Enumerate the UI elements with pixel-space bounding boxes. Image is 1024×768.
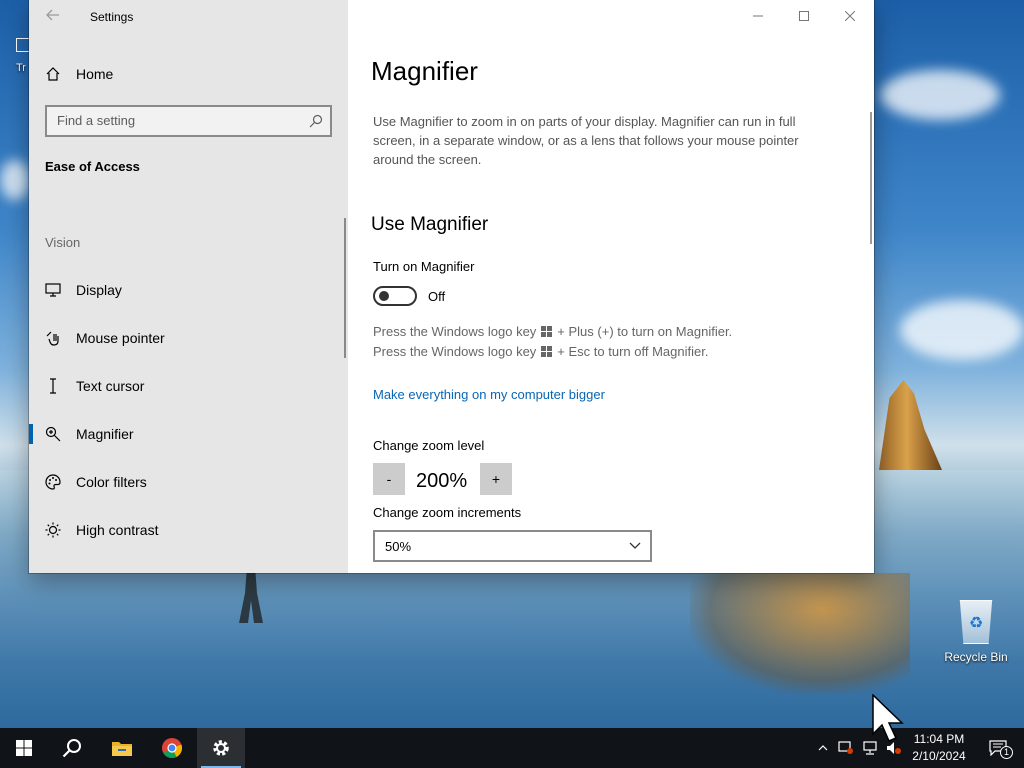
search-input[interactable]: Find a setting [45, 105, 332, 137]
back-arrow-icon [46, 9, 59, 21]
desktop-partial-icon [16, 38, 30, 52]
recycle-bin[interactable]: ♻ Recycle Bin [938, 600, 1014, 664]
cloud [0, 160, 30, 200]
windows-logo-icon [541, 346, 553, 357]
settings-taskbar-button[interactable] [197, 728, 245, 768]
clock-date: 2/10/2024 [912, 749, 966, 763]
start-button[interactable] [0, 728, 48, 768]
window-title: Settings [90, 10, 134, 24]
maximize-icon [799, 11, 809, 21]
hint-text: Press the Windows logo key [373, 324, 537, 339]
search-icon [62, 739, 81, 758]
section-heading: Use Magnifier [371, 214, 489, 235]
clock-time: 11:04 PM [913, 732, 965, 746]
nav-item-label: Magnifier [76, 426, 134, 442]
file-explorer-button[interactable] [98, 728, 146, 768]
cloud [880, 70, 1000, 120]
zoom-out-button[interactable]: - [373, 463, 405, 495]
home-icon [46, 67, 60, 81]
chevron-up-icon [818, 745, 828, 751]
content-scrollbar[interactable] [870, 112, 872, 244]
close-icon [845, 11, 855, 21]
section-title: Ease of Access [45, 159, 140, 174]
shortcut-hint-on: Press the Windows logo key + Plus (+) to… [373, 324, 732, 339]
nav-item-display[interactable]: Display [29, 272, 345, 308]
desktop-icon-partial[interactable]: Tr [16, 38, 30, 74]
magnifier-icon [45, 426, 60, 442]
text-cursor-icon [49, 378, 56, 394]
recycle-bin-label: Recycle Bin [944, 650, 1008, 664]
chrome-button[interactable] [148, 728, 196, 768]
zoom-increments-label: Change zoom increments [373, 505, 522, 520]
settings-window: Settings Home Find a setting Ease of Acc… [29, 0, 874, 573]
zoom-in-button[interactable]: + [480, 463, 512, 495]
action-center-button[interactable]: 1 [978, 728, 1018, 768]
rock-reflection [690, 573, 910, 693]
hint-text: + Plus (+) to turn on Magnifier. [557, 324, 733, 339]
mouse-pointer-icon [46, 331, 59, 346]
toggle-label: Turn on Magnifier [373, 259, 475, 274]
taskbar: 11:04 PM 2/10/2024 1 [0, 728, 1024, 768]
hint-text: Press the Windows logo key [373, 344, 537, 359]
nav-item-mouse-pointer[interactable]: Mouse pointer [29, 320, 345, 356]
chevron-down-icon [629, 542, 641, 549]
nav-item-color-filters[interactable]: Color filters [29, 464, 345, 500]
group-label-vision: Vision [45, 235, 81, 250]
maximize-button[interactable] [781, 0, 827, 32]
search-button[interactable] [48, 728, 96, 768]
monitor-icon [44, 283, 61, 297]
shortcut-hint-off: Press the Windows logo key + Esc to turn… [373, 344, 708, 359]
close-button[interactable] [827, 0, 873, 32]
nav-item-label: Text cursor [76, 378, 145, 394]
settings-sidebar: Settings Home Find a setting Ease of Acc… [29, 0, 348, 573]
start-icon [16, 740, 32, 756]
nav-item-label: High contrast [76, 522, 159, 538]
nav-item-label: Color filters [76, 474, 147, 490]
cloud [900, 300, 1024, 360]
nav-item-text-cursor[interactable]: Text cursor [29, 368, 345, 404]
taskbar-clock[interactable]: 11:04 PM 2/10/2024 [906, 731, 972, 765]
home-link[interactable]: Home [45, 64, 113, 84]
home-label: Home [76, 66, 114, 82]
desktop-partial-label: Tr [16, 62, 26, 74]
palette-icon [44, 474, 61, 490]
magnifier-page: Magnifier Use Magnifier to zoom in on pa… [348, 0, 874, 573]
page-title: Magnifier [371, 56, 478, 86]
nav-item-label: Display [76, 282, 122, 298]
file-explorer-icon [112, 742, 132, 756]
minimize-button[interactable] [735, 0, 781, 32]
nav-item-magnifier[interactable]: Magnifier [29, 416, 345, 452]
shield-warning-icon [838, 741, 853, 754]
hint-text: + Esc to turn off Magnifier. [557, 344, 709, 359]
chrome-icon [162, 738, 183, 758]
minimize-icon [753, 15, 763, 17]
search-icon [309, 114, 323, 128]
nav-item-high-contrast[interactable]: High contrast [29, 512, 345, 548]
page-description: Use Magnifier to zoom in on parts of you… [373, 114, 799, 167]
zoom-increments-dropdown[interactable]: 50% [373, 530, 652, 562]
windows-logo-icon [541, 326, 553, 337]
notification-badge: 1 [1000, 746, 1013, 759]
magnifier-toggle[interactable] [373, 286, 417, 306]
zoom-level-label: Change zoom level [373, 438, 485, 453]
zoom-level-value: 200% [416, 470, 468, 492]
back-button[interactable] [39, 6, 67, 28]
settings-icon [213, 740, 229, 756]
brightness-icon [45, 522, 60, 538]
mouse-cursor-icon [872, 694, 904, 742]
toggle-state: Off [428, 289, 446, 304]
show-hidden-icons[interactable] [814, 728, 832, 768]
dropdown-value: 50% [385, 539, 412, 554]
tray-security[interactable] [836, 728, 856, 768]
nav-item-label: Mouse pointer [76, 330, 165, 346]
search-placeholder: Find a setting [57, 113, 136, 128]
sidebar-scrollbar[interactable] [344, 218, 346, 358]
recycle-bin-icon: ♻ [959, 600, 993, 644]
toggle-knob [379, 291, 389, 301]
rock-formation [879, 380, 942, 470]
make-bigger-link[interactable]: Make everything on my computer bigger [373, 387, 605, 402]
